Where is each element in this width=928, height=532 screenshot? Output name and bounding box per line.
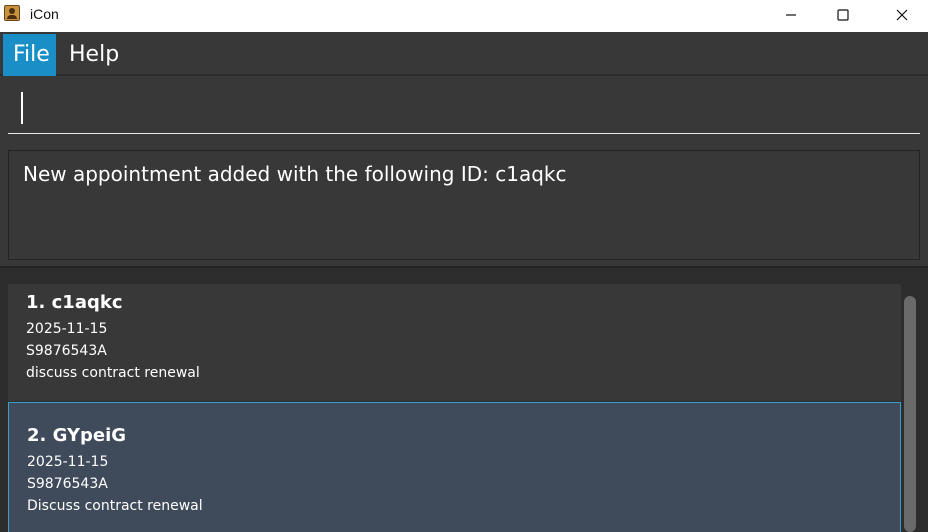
appointment-nric: S9876543A <box>27 476 108 492</box>
command-box <box>0 78 928 138</box>
menu-help[interactable]: Help <box>59 34 129 76</box>
appointment-card-selected[interactable]: 2. GYpeiG 2025-11-15 S9876543A Discuss c… <box>8 402 901 532</box>
appointment-card[interactable]: 1. c1aqkc 2025-11-15 S9876543A discuss c… <box>8 284 901 401</box>
minimize-button[interactable] <box>768 0 814 30</box>
appointment-list[interactable]: 1. c1aqkc 2025-11-15 S9876543A discuss c… <box>0 266 928 532</box>
appointment-date: 2025-11-15 <box>26 321 108 337</box>
minimize-icon <box>786 14 796 16</box>
text-caret <box>21 92 23 124</box>
maximize-icon <box>837 9 849 21</box>
appointment-description: discuss contract renewal <box>26 365 200 381</box>
result-display: New appointment added with the following… <box>8 150 920 260</box>
appointment-title: 1. c1aqkc <box>26 292 123 313</box>
list-scrollbar[interactable] <box>904 296 916 532</box>
window-titlebar: iCon <box>0 0 928 32</box>
app-icon <box>4 5 20 21</box>
appointment-title: 2. GYpeiG <box>27 425 127 446</box>
maximize-button[interactable] <box>820 0 866 30</box>
menu-bar: File Help <box>0 32 928 76</box>
window-title: iCon <box>30 6 59 22</box>
close-button[interactable] <box>879 0 925 30</box>
close-icon <box>896 9 908 21</box>
result-message: New appointment added with the following… <box>23 162 567 186</box>
appointment-nric: S9876543A <box>26 343 107 359</box>
command-input[interactable] <box>8 86 920 134</box>
menu-file[interactable]: File <box>3 34 56 76</box>
appointment-description: Discuss contract renewal <box>27 498 203 514</box>
appointment-date: 2025-11-15 <box>27 454 109 470</box>
